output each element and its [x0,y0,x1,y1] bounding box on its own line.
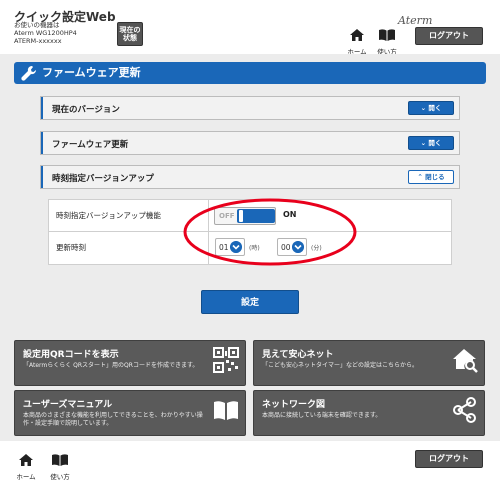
footer-manual-nav[interactable]: 使い方 [48,451,72,481]
page-title: ファームウェア更新 [14,62,486,84]
section-label: 時刻指定バージョンアップ [52,174,154,184]
footer: ホーム 使い方 ログアウト [0,441,500,489]
apply-button[interactable]: 設定 [201,290,299,314]
section-label: 現在のバージョン [52,105,120,115]
card-qr-code[interactable]: 設定用QRコードを表示 「Atermらくらく QRスタート」用のQRコードを作成… [14,340,246,386]
card-users-manual[interactable]: ユーザーズマニュアル 本商品のさまざまな機能を利用してできることを、わかりやすい… [14,390,246,436]
qr-code-icon [213,347,239,373]
book-icon [379,29,395,41]
section-current-version[interactable]: 現在のバージョン ⌄ 開く [40,96,460,120]
home-search-icon [453,349,478,373]
header: クイック設定Web お使いの機器は Aterm WG1200HP4 ATERM-… [0,0,500,56]
wrench-icon [21,65,37,81]
feature-cards: 設定用QRコードを表示 「Atermらくらく QRスタート」用のQRコードを作成… [0,337,500,441]
card-safe-net[interactable]: 見えて安心ネット 「こども安心ネットタイマー」などの設定はこちらから。 [253,340,485,386]
status-button[interactable]: 現在の 状態 [117,22,143,46]
home-nav[interactable]: ホーム [345,26,369,56]
manual-nav[interactable]: 使い方 [375,26,399,56]
model-label: お使いの機器は [14,21,60,29]
book-icon [214,401,238,420]
footer-home-nav[interactable]: ホーム [14,451,38,481]
main-area: ファームウェア更新 現在のバージョン ⌄ 開く ファームウェア更新 ⌄ 開く 時… [0,54,500,337]
open-button[interactable]: ⌄ 開く [408,101,454,115]
logout-button[interactable]: ログアウト [415,27,483,45]
brand-logo: Aterm [398,14,433,27]
chevron-down-icon: ⌄ [420,104,427,112]
model-info: お使いの機器は Aterm WG1200HP4 ATERM-xxxxxx [14,21,77,45]
manual-label: 使い方 [50,473,70,481]
model-name: Aterm WG1200HP4 [14,29,77,37]
model-id: ATERM-xxxxxx [14,37,62,45]
highlight-oval [183,198,357,266]
close-button[interactable]: ⌃ 閉じる [408,170,454,184]
chevron-up-icon: ⌃ [417,173,423,181]
section-label: ファームウェア更新 [52,140,129,150]
home-icon [350,29,364,41]
card-network-map[interactable]: ネットワーク図 本商品に接続している端末を確認できます。 [253,390,485,436]
chevron-down-icon: ⌄ [420,139,427,147]
book-icon [52,454,68,466]
home-label: ホーム [16,473,36,481]
footer-logout-button[interactable]: ログアウト [415,450,483,468]
open-button[interactable]: ⌄ 開く [408,136,454,150]
section-scheduled-update[interactable]: 時刻指定バージョンアップ ⌃ 閉じる [40,165,460,189]
section-firmware-update[interactable]: ファームウェア更新 ⌄ 開く [40,131,460,155]
home-icon [19,454,33,466]
network-icon [453,397,476,423]
